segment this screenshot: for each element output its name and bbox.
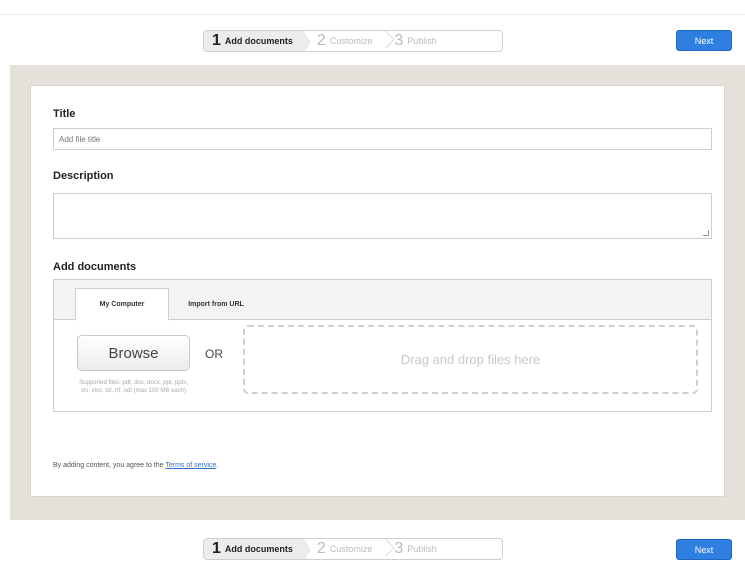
- step-add-documents[interactable]: 1 Add documents: [204, 31, 311, 51]
- step-label: Add documents: [224, 36, 293, 46]
- wizard-steps-bottom: 1 Add documents 2 Customize 3 Publish: [203, 538, 503, 560]
- top-divider: [0, 14, 745, 15]
- or-separator: OR: [205, 347, 223, 361]
- step-label: Publish: [407, 36, 437, 46]
- upload-tabs: My Computer Import from URL: [54, 280, 711, 321]
- next-button-top[interactable]: Next: [676, 30, 732, 51]
- step-label: Add documents: [224, 544, 293, 554]
- step-publish[interactable]: 3 Publish: [388, 31, 442, 51]
- chevron-right-icon: [378, 539, 388, 559]
- step-number: 2: [316, 540, 326, 557]
- step-customize[interactable]: 2 Customize: [303, 539, 378, 559]
- add-documents-label: Add documents: [53, 261, 137, 273]
- step-label: Customize: [329, 544, 373, 554]
- step-number: 3: [394, 540, 404, 557]
- chevron-right-icon: [378, 31, 388, 51]
- step-number: 2: [316, 32, 326, 49]
- tab-my-computer[interactable]: My Computer: [75, 288, 169, 321]
- drop-zone[interactable]: Drag and drop files here: [243, 325, 698, 394]
- title-label: Title: [53, 108, 76, 120]
- wizard-steps-top: 1 Add documents 2 Customize 3 Publish: [203, 30, 503, 52]
- title-input[interactable]: [53, 128, 712, 150]
- step-number: 1: [212, 540, 221, 557]
- step-label: Publish: [407, 544, 437, 554]
- tab-import-from-url[interactable]: Import from URL: [171, 288, 261, 321]
- step-number: 3: [394, 32, 404, 49]
- content-frame: Title Description Add documents My Compu…: [10, 65, 745, 520]
- step-add-documents[interactable]: 1 Add documents: [204, 539, 311, 559]
- step-label: Customize: [329, 36, 373, 46]
- accepted-formats-note: Supported files: pdf, doc, docx, ppt, pp…: [79, 380, 188, 394]
- upload-panel: My Computer Import from URL Browse OR Su…: [53, 279, 712, 412]
- terms-prefix: By adding content, you agree to the: [53, 462, 164, 469]
- terms-notice: By adding content, you agree to the Term…: [53, 462, 218, 469]
- terms-of-service-link[interactable]: Terms of service: [165, 462, 216, 469]
- step-customize[interactable]: 2 Customize: [303, 31, 378, 51]
- next-button-bottom[interactable]: Next: [676, 539, 732, 560]
- step-number: 1: [212, 32, 221, 49]
- drop-zone-label: Drag and drop files here: [400, 352, 541, 367]
- description-textarea[interactable]: [53, 193, 712, 239]
- upload-form-card: Title Description Add documents My Compu…: [30, 85, 725, 497]
- terms-suffix: .: [216, 462, 219, 469]
- description-label: Description: [53, 170, 114, 182]
- resize-grip-icon[interactable]: [703, 230, 709, 236]
- step-publish[interactable]: 3 Publish: [388, 539, 442, 559]
- browse-button[interactable]: Browse: [77, 335, 190, 371]
